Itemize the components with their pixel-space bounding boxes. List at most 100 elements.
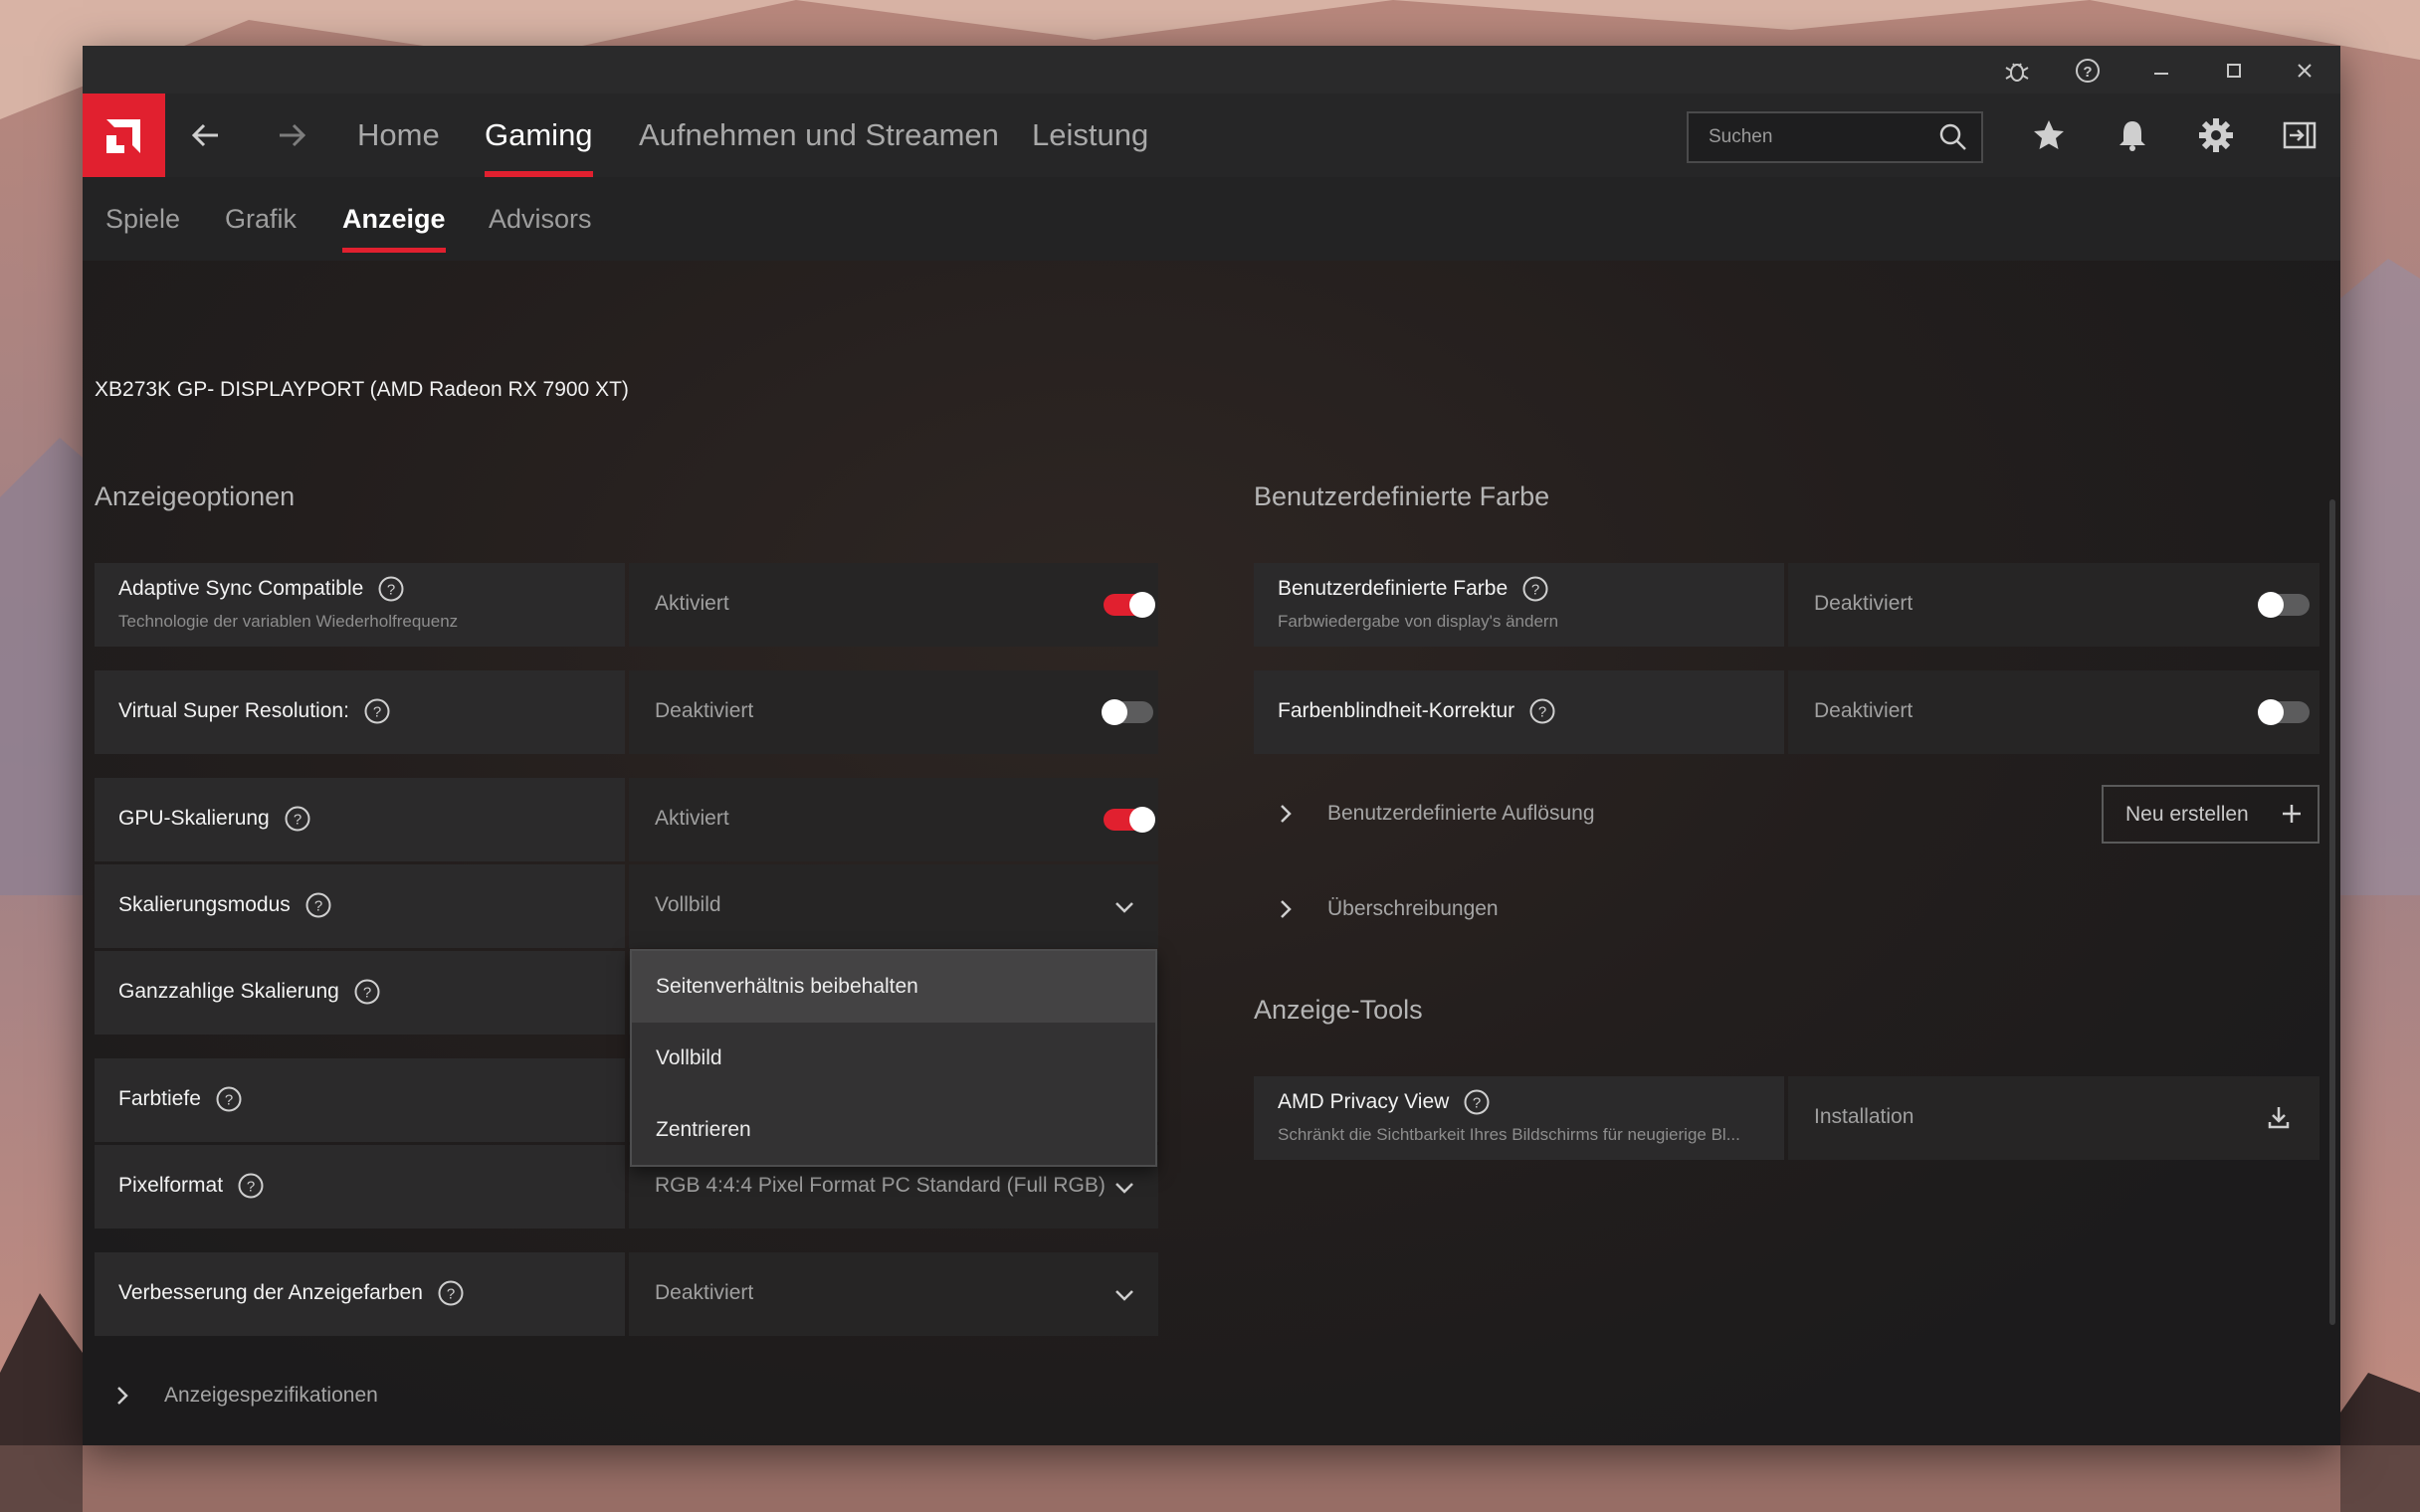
main-nav: Home Gaming Aufnehmen und Streamen Leist… xyxy=(83,94,2340,177)
row-color-blindness-correction: Farbenblindheit-Korrektur ? Deaktiviert xyxy=(1254,670,2319,754)
tab-advisors[interactable]: Advisors xyxy=(489,177,592,261)
custom-color-toggle[interactable] xyxy=(2258,592,2310,618)
display-color-enhancement-select[interactable]: Deaktiviert xyxy=(629,1252,1158,1336)
svg-text:?: ? xyxy=(247,1179,255,1196)
bell-icon[interactable] xyxy=(2113,115,2152,155)
chevron-right-icon xyxy=(1281,900,1292,918)
row-value: Aktiviert xyxy=(655,592,729,615)
help-icon[interactable]: ? xyxy=(353,978,381,1006)
svg-text:?: ? xyxy=(1473,1095,1481,1112)
svg-text:?: ? xyxy=(2083,64,2092,81)
dropdown-option[interactable]: Seitenverhältnis beibehalten xyxy=(632,951,1155,1023)
search-input[interactable]: Suchen xyxy=(1687,111,1983,163)
tab-display[interactable]: Anzeige xyxy=(342,177,446,261)
help-icon[interactable]: ? xyxy=(1463,1088,1491,1116)
close-icon[interactable] xyxy=(2290,56,2319,86)
help-icon[interactable]: ? xyxy=(237,1172,265,1200)
row-value: Aktiviert xyxy=(655,807,729,830)
adaptive-sync-toggle[interactable] xyxy=(1104,592,1155,618)
nav-tab-performance[interactable]: Leistung xyxy=(1032,94,1148,177)
nav-tab-record-stream[interactable]: Aufnehmen und Streamen xyxy=(639,94,999,177)
row-value: RGB 4:4:4 Pixel Format PC Standard (Full… xyxy=(655,1174,1106,1197)
svg-text:?: ? xyxy=(314,898,322,915)
help-icon[interactable]: ? xyxy=(215,1085,243,1113)
help-icon[interactable]: ? xyxy=(377,575,405,603)
dropdown-option[interactable]: Zentrieren xyxy=(632,1094,1155,1166)
row-value: Installation xyxy=(1814,1105,1915,1128)
section-title-display-tools: Anzeige-Tools xyxy=(1254,995,1423,1025)
row-amd-privacy-view: AMD Privacy View ? Schränkt die Sichtbar… xyxy=(1254,1076,2319,1160)
svg-text:?: ? xyxy=(447,1286,455,1303)
row-label: AMD Privacy View xyxy=(1278,1090,1450,1113)
scrollbar[interactable] xyxy=(2329,499,2335,1325)
search-icon[interactable] xyxy=(1937,121,1969,153)
row-sublabel: Technologie der variablen Wiederholfrequ… xyxy=(118,612,459,631)
row-display-color-enhancement: Verbesserung der Anzeigefarben ? Deaktiv… xyxy=(95,1252,1158,1336)
row-label: Farbenblindheit-Korrektur xyxy=(1278,699,1515,722)
svg-text:?: ? xyxy=(225,1092,233,1109)
row-adaptive-sync: Adaptive Sync Compatible ? Technologie d… xyxy=(95,563,1158,647)
svg-text:?: ? xyxy=(294,812,302,829)
row-sublabel: Farbwiedergabe von display's ändern xyxy=(1278,612,1559,631)
row-gpu-scaling: GPU-Skalierung ? Aktiviert xyxy=(95,778,1158,861)
row-sublabel: Schränkt die Sichtbarkeit Ihres Bildschi… xyxy=(1278,1125,1740,1144)
exit-panel-icon[interactable] xyxy=(2280,115,2319,155)
help-icon[interactable]: ? xyxy=(1521,575,1549,603)
search-placeholder: Suchen xyxy=(1709,126,1773,147)
maximize-icon[interactable] xyxy=(2219,56,2249,86)
chevron-down-icon xyxy=(1115,902,1133,913)
gpu-scaling-toggle[interactable] xyxy=(1104,807,1155,833)
chevron-down-icon xyxy=(1115,1183,1133,1194)
gear-icon[interactable] xyxy=(2196,115,2236,155)
section-title-custom-color: Benutzerdefinierte Farbe xyxy=(1254,481,1550,511)
svg-text:?: ? xyxy=(363,985,371,1002)
expander-display-specs[interactable]: Anzeigespezifikationen xyxy=(110,1384,378,1408)
expander-label: Anzeigespezifikationen xyxy=(164,1384,378,1407)
expander-overrides[interactable]: Überschreibungen xyxy=(1274,897,1499,921)
scaling-mode-select[interactable]: Vollbild xyxy=(629,864,1158,948)
chevron-down-icon xyxy=(1115,1290,1133,1301)
title-bar: ? xyxy=(83,46,2340,94)
row-label: Verbesserung der Anzeigefarben xyxy=(118,1281,423,1304)
row-value: Vollbild xyxy=(655,893,721,916)
sub-nav: Spiele Grafik Anzeige Advisors xyxy=(83,177,2340,261)
color-blindness-toggle[interactable] xyxy=(2258,699,2310,725)
dropdown-option[interactable]: Vollbild xyxy=(632,1023,1155,1094)
amd-logo[interactable] xyxy=(83,94,165,177)
plus-icon xyxy=(2283,805,2301,823)
chevron-right-icon xyxy=(1281,805,1292,823)
chevron-right-icon xyxy=(117,1387,128,1405)
row-scaling-mode: Skalierungsmodus ? Vollbild xyxy=(95,864,1158,948)
row-label: Ganzzahlige Skalierung xyxy=(118,980,339,1003)
privacy-view-install[interactable]: Installation xyxy=(1788,1076,2319,1160)
help-icon[interactable]: ? xyxy=(2073,56,2103,86)
create-new-button[interactable]: Neu erstellen xyxy=(2102,785,2319,844)
nav-tab-home[interactable]: Home xyxy=(357,94,440,177)
help-icon[interactable]: ? xyxy=(363,697,391,725)
help-icon[interactable]: ? xyxy=(284,805,311,833)
help-icon[interactable]: ? xyxy=(437,1279,465,1307)
row-label: Farbtiefe xyxy=(118,1087,201,1110)
row-label: Benutzerdefinierte Farbe xyxy=(1278,577,1509,600)
row-value: Deaktiviert xyxy=(1814,699,1914,722)
tab-graphics[interactable]: Grafik xyxy=(225,177,297,261)
help-icon[interactable]: ? xyxy=(1528,697,1556,725)
bug-icon[interactable] xyxy=(2002,56,2032,86)
virtual-super-resolution-toggle[interactable] xyxy=(1102,699,1153,725)
row-virtual-super-resolution: Virtual Super Resolution: ? Deaktiviert xyxy=(95,670,1158,754)
tab-games[interactable]: Spiele xyxy=(105,177,180,261)
svg-text:?: ? xyxy=(387,582,395,599)
download-icon[interactable] xyxy=(2264,1102,2294,1132)
star-icon[interactable] xyxy=(2029,115,2069,155)
help-icon[interactable]: ? xyxy=(304,891,332,919)
row-value: Deaktiviert xyxy=(655,699,754,722)
button-label: Neu erstellen xyxy=(2125,803,2249,826)
forward-arrow-icon[interactable] xyxy=(272,115,311,155)
svg-text:?: ? xyxy=(1531,582,1539,599)
minimize-icon[interactable] xyxy=(2146,56,2176,86)
svg-text:?: ? xyxy=(373,704,381,721)
row-value: Deaktiviert xyxy=(1814,592,1914,615)
back-arrow-icon[interactable] xyxy=(186,115,226,155)
nav-tab-gaming[interactable]: Gaming xyxy=(485,94,593,177)
expander-custom-resolution[interactable]: Benutzerdefinierte Auflösung xyxy=(1274,802,1595,826)
